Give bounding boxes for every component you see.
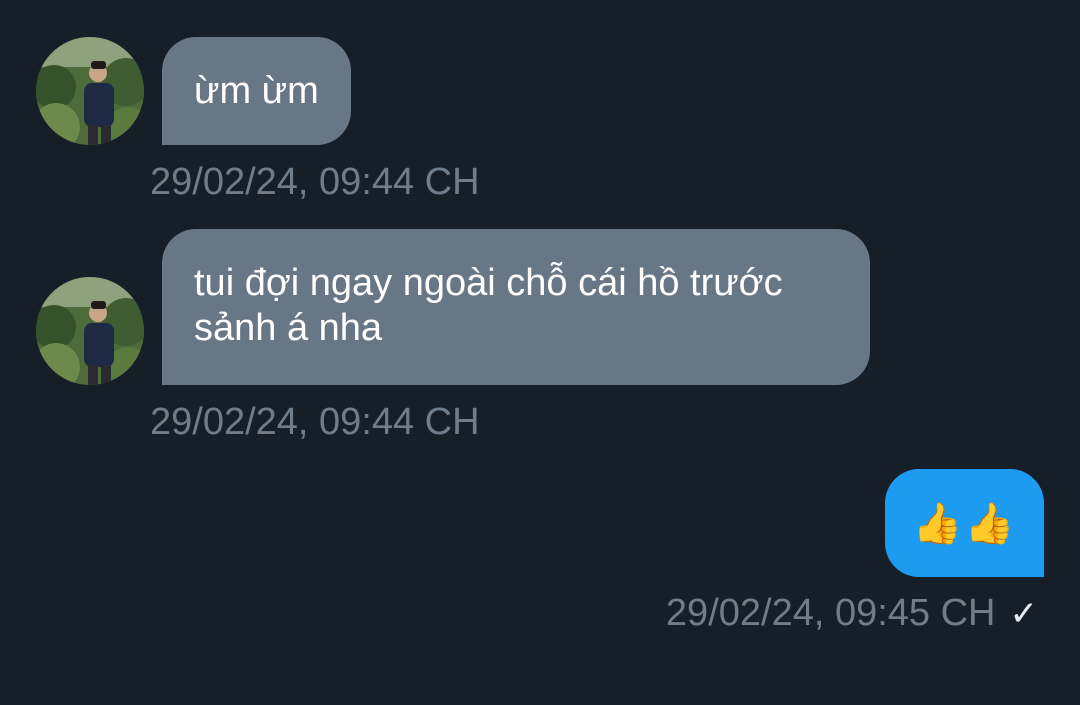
sender-avatar[interactable] [36,277,144,385]
message-text: ừm ừm [194,70,319,112]
incoming-message-bubble[interactable]: ừm ừm [162,37,351,145]
message-timestamp: 29/02/24, 09:44 CH [150,161,480,203]
outgoing-message-meta: 29/02/24, 09:45 CH ✓ [666,591,1038,637]
incoming-message-bubble[interactable]: tui đợi ngay ngoài chỗ cái hồ trước sảnh… [162,229,870,385]
sender-avatar[interactable] [36,37,144,145]
message-text: tui đợi ngay ngoài chỗ cái hồ trước sảnh… [194,262,783,349]
outgoing-message-bubble[interactable]: 👍👍 [885,469,1044,577]
message-timestamp: 29/02/24, 09:45 CH [665,592,996,634]
avatar-photo [36,37,144,145]
check-icon: ✓ [1009,594,1039,634]
avatar-photo [36,277,144,385]
thumbs-up-emoji: 👍👍 [912,500,1017,547]
message-timestamp: 29/02/24, 09:44 CH [150,401,480,443]
